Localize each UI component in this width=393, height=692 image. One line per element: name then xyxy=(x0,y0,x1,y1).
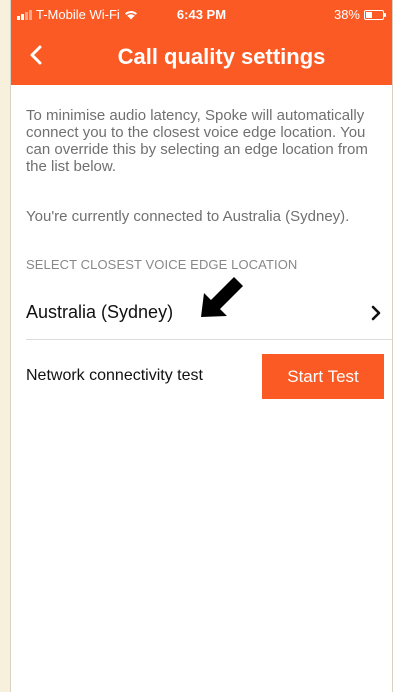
app-header: T-Mobile Wi-Fi 6:43 PM 38% Call quality … xyxy=(11,0,392,85)
signal-icon xyxy=(17,9,32,20)
connection-status-text: You're currently connected to Australia … xyxy=(26,208,350,225)
chevron-left-icon xyxy=(30,45,42,65)
divider xyxy=(26,339,392,340)
battery-level xyxy=(366,11,373,18)
battery-icon xyxy=(364,9,386,20)
status-right: 38% xyxy=(333,7,386,22)
carrier-label: T-Mobile Wi-Fi xyxy=(36,7,120,22)
black-arrow-icon xyxy=(201,277,243,317)
network-test-label: Network connectivity test xyxy=(26,367,203,384)
chevron-right-icon xyxy=(371,305,381,321)
status-bar: T-Mobile Wi-Fi 6:43 PM 38% xyxy=(11,0,392,28)
app-screen: T-Mobile Wi-Fi 6:43 PM 38% Call quality … xyxy=(10,0,393,692)
battery-percentage: 38% xyxy=(333,7,360,22)
start-test-button[interactable]: Start Test xyxy=(262,354,384,399)
section-header: SELECT CLOSEST VOICE EDGE LOCATION xyxy=(26,257,298,272)
description-text: To minimise audio latency, Spoke will au… xyxy=(26,107,368,175)
page-title: Call quality settings xyxy=(117,44,326,69)
status-left: T-Mobile Wi-Fi xyxy=(17,7,138,22)
back-button[interactable] xyxy=(21,40,51,70)
wifi-icon xyxy=(124,9,138,20)
location-label: Australia (Sydney) xyxy=(26,302,174,322)
